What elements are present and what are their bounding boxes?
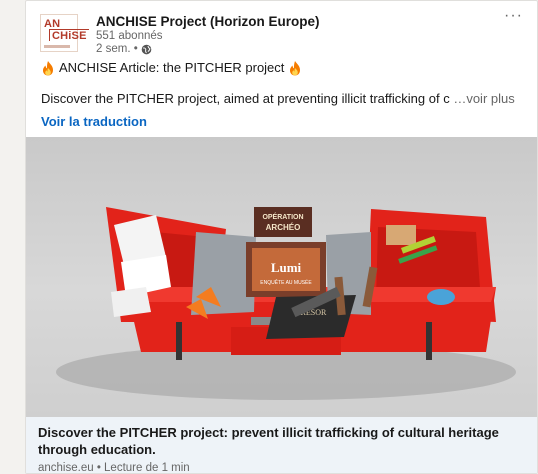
post-header: AN CHiSE ANCHISE Project (Horizon Europe…: [26, 1, 537, 57]
globe-icon: [141, 44, 152, 55]
post-headline: ANCHISE Article: the PITCHER project: [41, 59, 302, 77]
logo-text-bottom: CHiSE: [49, 28, 89, 41]
author-meta: ANCHISE Project (Horizon Europe) 551 abo…: [96, 14, 320, 57]
fire-emoji-icon: [290, 61, 301, 76]
more-options-icon[interactable]: ···: [504, 7, 523, 25]
post-time: 2 sem. •: [96, 43, 320, 56]
headline-text: ANCHISE Article: the PITCHER project: [59, 60, 285, 75]
link-preview-title[interactable]: Discover the PITCHER project: prevent il…: [38, 424, 527, 458]
post-body-text: Discover the PITCHER project, aimed at p…: [41, 91, 450, 106]
fire-emoji-icon: [43, 61, 53, 76]
book-title-text: Lumi: [271, 260, 302, 275]
book-subtitle-text: ENQUÊTE AU MUSÉE: [260, 278, 312, 286]
logo-text-top: AN: [44, 17, 61, 30]
link-preview[interactable]: Discover the PITCHER project: prevent il…: [26, 417, 537, 474]
translate-link[interactable]: Voir la traduction: [41, 114, 147, 129]
sign-text-bottom: ARCHÉO: [266, 223, 301, 232]
follower-count: 551 abonnés: [96, 30, 163, 42]
post-card: AN CHiSE ANCHISE Project (Horizon Europe…: [25, 0, 538, 474]
post-image[interactable]: Lumi ENQUÊTE AU MUSÉE OPÉRATION ARCHÉO T…: [26, 137, 537, 417]
post-time-text: 2 sem. •: [96, 43, 138, 55]
author-name[interactable]: ANCHISE Project (Horizon Europe): [96, 14, 320, 30]
link-preview-source: anchise.eu • Lecture de 1 min: [38, 462, 190, 474]
logo-underline: [44, 44, 70, 48]
see-more-link[interactable]: …voir plus: [453, 91, 514, 106]
company-logo[interactable]: AN CHiSE: [40, 14, 89, 52]
post-body: Discover the PITCHER project, aimed at p…: [41, 90, 525, 108]
sign-text-top: OPÉRATION: [262, 212, 303, 221]
toolbox-photo: Lumi ENQUÊTE AU MUSÉE OPÉRATION ARCHÉO T…: [56, 207, 516, 400]
